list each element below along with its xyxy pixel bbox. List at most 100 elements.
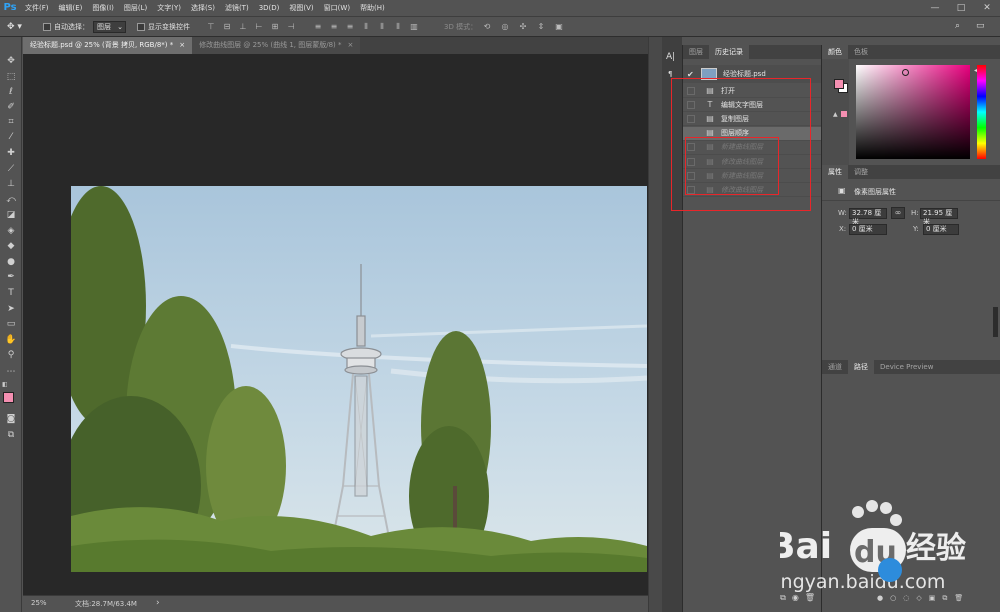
tab-label: 经验标题.psd @ 25% (背景 拷贝, RGB/8*) * bbox=[30, 41, 174, 49]
align-hcenter-icon[interactable]: ⊞ bbox=[270, 22, 280, 32]
color-field[interactable] bbox=[856, 65, 970, 159]
menu-item[interactable]: 帮助(H) bbox=[355, 0, 390, 16]
x-field[interactable]: 0 厘米 bbox=[849, 224, 887, 235]
more-tools-icon[interactable]: ⋯ bbox=[3, 366, 19, 379]
foreground-color-swatch[interactable] bbox=[3, 392, 14, 403]
canvas-area[interactable] bbox=[23, 54, 648, 595]
quick-mask-icon[interactable]: ◙ bbox=[3, 413, 19, 426]
pen-tool-icon[interactable]: ✒ bbox=[3, 271, 19, 284]
foreground-color-chip[interactable] bbox=[834, 79, 844, 89]
hue-slider[interactable] bbox=[977, 65, 986, 159]
divider bbox=[822, 200, 1000, 201]
3d-rotate-icon[interactable]: ⟲ bbox=[482, 22, 492, 32]
menu-item[interactable]: 窗口(W) bbox=[319, 0, 355, 16]
distribute-right-icon[interactable]: ⦀ bbox=[393, 22, 403, 32]
document-canvas[interactable] bbox=[71, 186, 647, 572]
distribute-bottom-icon[interactable]: ≡ bbox=[345, 22, 355, 32]
auto-select-checkbox[interactable] bbox=[43, 23, 51, 31]
eyedropper-tool-icon[interactable]: ⁄ bbox=[3, 131, 19, 144]
hand-tool-icon[interactable]: ✋ bbox=[3, 334, 19, 347]
quick-select-tool-icon[interactable]: ✐ bbox=[3, 101, 19, 114]
align-bottom-icon[interactable]: ⊥ bbox=[238, 22, 248, 32]
distribute-top-icon[interactable]: ≡ bbox=[313, 22, 323, 32]
auto-align-icon[interactable]: ▥ bbox=[409, 22, 419, 32]
hue-slider-handle[interactable]: ◂ bbox=[974, 67, 977, 74]
menu-item[interactable]: 3D(D) bbox=[254, 0, 285, 16]
photoshop-logo: Ps bbox=[3, 2, 17, 13]
show-transform-checkbox[interactable] bbox=[137, 23, 145, 31]
lasso-tool-icon[interactable]: ℓ bbox=[3, 86, 19, 99]
path-selection-tool-icon[interactable]: ➤ bbox=[3, 303, 19, 316]
y-field[interactable]: 0 厘米 bbox=[923, 224, 959, 235]
tab-layers[interactable]: 图层 bbox=[683, 45, 709, 59]
dodge-tool-icon[interactable]: ● bbox=[3, 256, 19, 269]
blur-tool-icon[interactable]: ◆ bbox=[3, 240, 19, 253]
default-colors-icon[interactable]: ◧ bbox=[2, 381, 8, 388]
move-tool-icon[interactable]: ✥ bbox=[3, 55, 19, 68]
3d-drag-icon[interactable]: ✣ bbox=[518, 22, 528, 32]
distribute-left-icon[interactable]: ⦀ bbox=[361, 22, 371, 32]
watermark-brand: Bai bbox=[780, 526, 832, 567]
3d-slide-icon[interactable]: ⇕ bbox=[536, 22, 546, 32]
rectangle-tool-icon[interactable]: ▭ bbox=[3, 318, 19, 331]
auto-select-dropdown[interactable]: 图层 ⌄ bbox=[93, 21, 126, 33]
brush-tool-icon[interactable]: ⟋ bbox=[3, 163, 19, 176]
auto-select-value: 图层 bbox=[97, 23, 111, 31]
close-icon[interactable]: × bbox=[348, 37, 354, 54]
tab-adjustments[interactable]: 调整 bbox=[848, 165, 874, 179]
tab-swatches[interactable]: 色板 bbox=[848, 45, 874, 59]
close-button[interactable]: ✕ bbox=[974, 0, 1000, 16]
menu-item[interactable]: 编辑(E) bbox=[54, 0, 88, 16]
clone-stamp-tool-icon[interactable]: ⊥ bbox=[3, 178, 19, 191]
color-picker-ring[interactable] bbox=[902, 69, 909, 76]
tab-document-inactive[interactable]: 修改曲线图层 @ 25% (曲线 1, 图层蒙版/8) * × bbox=[192, 37, 361, 54]
3d-scale-icon[interactable]: ▣ bbox=[554, 22, 564, 32]
history-brush-tool-icon[interactable]: ⤺ bbox=[3, 194, 19, 207]
align-top-icon[interactable]: ⊤ bbox=[206, 22, 216, 32]
crop-tool-icon[interactable]: ⌗ bbox=[3, 116, 19, 129]
healing-brush-tool-icon[interactable]: ✚ bbox=[3, 147, 19, 160]
tab-paths[interactable]: 路径 bbox=[848, 360, 874, 374]
paragraph-panel-icon[interactable]: ¶ bbox=[668, 70, 672, 78]
maximize-button[interactable]: □ bbox=[948, 0, 974, 16]
close-icon[interactable]: × bbox=[179, 37, 185, 54]
zoom-tool-icon[interactable]: ⚲ bbox=[3, 349, 19, 362]
align-right-icon[interactable]: ⊣ bbox=[286, 22, 296, 32]
tab-document-active[interactable]: 经验标题.psd @ 25% (背景 拷贝, RGB/8*) * × bbox=[23, 37, 193, 54]
distribute-vcenter-icon[interactable]: ≡ bbox=[329, 22, 339, 32]
3d-mode-label: 3D 模式： bbox=[444, 23, 478, 31]
menu-item[interactable]: 滤镜(T) bbox=[220, 0, 254, 16]
properties-scrollbar[interactable] bbox=[993, 307, 998, 337]
menu-item[interactable]: 文件(F) bbox=[20, 0, 54, 16]
tab-device-preview[interactable]: Device Preview bbox=[874, 360, 939, 374]
menu-item[interactable]: 视图(V) bbox=[284, 0, 318, 16]
search-icon[interactable]: ⌕ bbox=[955, 21, 960, 31]
tab-color[interactable]: 颜色 bbox=[822, 45, 848, 59]
status-menu-arrow[interactable]: › bbox=[156, 598, 160, 608]
menu-item[interactable]: 图层(L) bbox=[119, 0, 152, 16]
zoom-level[interactable]: 25% bbox=[31, 599, 47, 607]
align-left-icon[interactable]: ⊢ bbox=[254, 22, 264, 32]
height-field[interactable]: 21.95 厘米 bbox=[920, 208, 958, 226]
tab-history[interactable]: 历史记录 bbox=[709, 45, 749, 59]
marquee-tool-icon[interactable]: ⬚ bbox=[3, 71, 19, 84]
type-tool-icon[interactable]: T bbox=[3, 287, 19, 300]
menu-item[interactable]: 选择(S) bbox=[186, 0, 220, 16]
tab-properties[interactable]: 属性 bbox=[822, 165, 848, 179]
gamut-color-chip[interactable] bbox=[841, 111, 847, 117]
3d-roll-icon[interactable]: ◎ bbox=[500, 22, 510, 32]
eraser-tool-icon[interactable]: ◪ bbox=[3, 209, 19, 222]
paint-bucket-tool-icon[interactable]: ◈ bbox=[3, 225, 19, 238]
tab-channels[interactable]: 通道 bbox=[822, 360, 848, 374]
screen-mode-icon[interactable]: ⧉ bbox=[3, 429, 19, 442]
character-panel-icon[interactable]: A| bbox=[666, 52, 675, 62]
menu-item[interactable]: 文字(Y) bbox=[152, 0, 186, 16]
width-field[interactable]: 32.78 厘米 bbox=[849, 208, 887, 226]
menu-item[interactable]: 图像(I) bbox=[87, 0, 119, 16]
align-vcenter-icon[interactable]: ⊟ bbox=[222, 22, 232, 32]
minimize-button[interactable]: — bbox=[922, 0, 948, 16]
distribute-hcenter-icon[interactable]: ⦀ bbox=[377, 22, 387, 32]
link-icon[interactable]: ∞ bbox=[891, 207, 905, 219]
move-tool-preset[interactable]: ✥ ▾ bbox=[7, 20, 33, 34]
workspace-icon[interactable]: ▭ bbox=[976, 21, 985, 31]
